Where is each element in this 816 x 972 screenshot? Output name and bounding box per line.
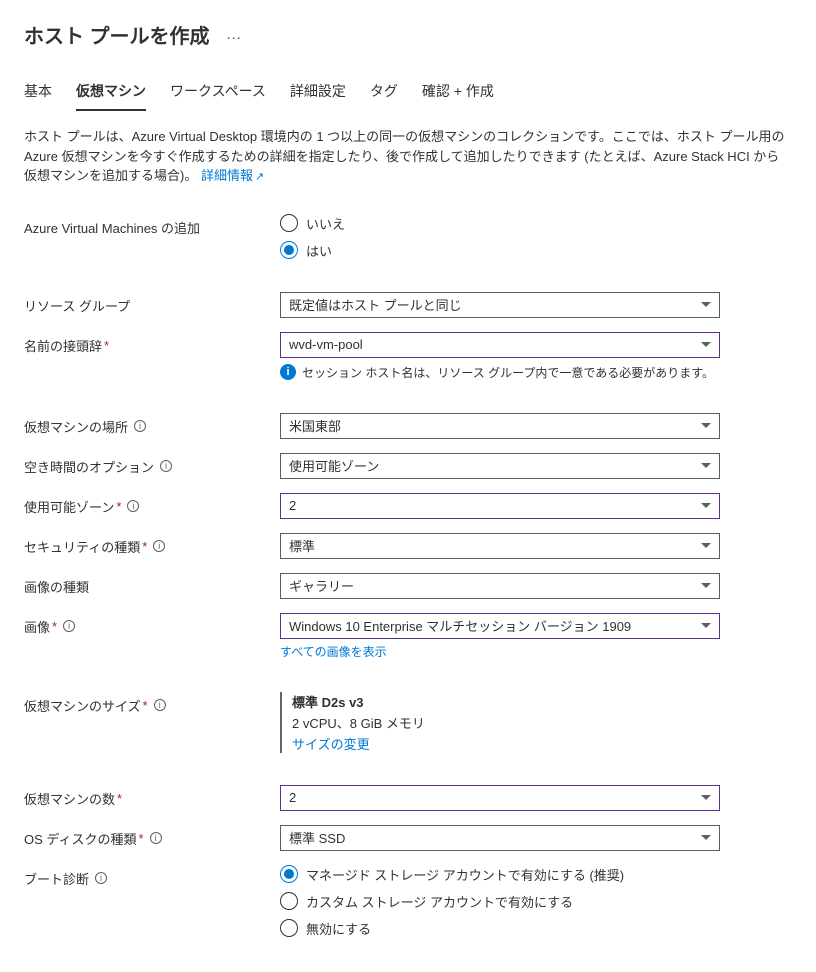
change-size-link[interactable]: サイズの変更 xyxy=(292,734,370,753)
info-icon[interactable]: i xyxy=(150,832,162,844)
page-title: ホスト プールを作成 xyxy=(24,20,210,49)
info-icon[interactable]: i xyxy=(160,460,172,472)
os-disk-select[interactable]: 標準 SSD xyxy=(280,825,720,851)
external-link-icon: ↗ xyxy=(255,171,264,183)
radio-label: マネージド ストレージ アカウントで有効にする (推奨) xyxy=(306,865,624,884)
vm-size-specs: 2 vCPU、8 GiB メモリ xyxy=(292,713,720,732)
info-icon[interactable]: i xyxy=(63,620,75,632)
required-indicator: * xyxy=(139,831,144,846)
radio-label: はい xyxy=(306,241,332,260)
chevron-down-icon xyxy=(701,543,711,548)
boot-diag-radio-disable[interactable]: 無効にする xyxy=(280,919,720,938)
radio-icon xyxy=(280,214,298,232)
name-prefix-label: 名前の接頭辞 xyxy=(24,336,102,355)
vm-location-select[interactable]: 米国東部 xyxy=(280,413,720,439)
radio-label: カスタム ストレージ アカウントで有効にする xyxy=(306,892,573,911)
tab-bar: 基本 仮想マシン ワークスペース 詳細設定 タグ 確認 + 作成 xyxy=(24,77,792,111)
radio-icon xyxy=(280,892,298,910)
chevron-down-icon xyxy=(701,623,711,628)
required-indicator: * xyxy=(52,619,57,634)
chevron-down-icon xyxy=(701,503,711,508)
vm-count-input[interactable]: 2 xyxy=(280,785,720,811)
description-text: ホスト プールは、Azure Virtual Desktop 環境内の 1 つ以… xyxy=(24,127,792,186)
boot-diag-radio-custom[interactable]: カスタム ストレージ アカウントで有効にする xyxy=(280,892,720,911)
name-prefix-input[interactable]: wvd-vm-pool xyxy=(280,332,720,358)
info-icon[interactable]: i xyxy=(153,540,165,552)
add-vm-label: Azure Virtual Machines の追加 xyxy=(24,218,200,237)
name-prefix-info: i セッション ホスト名は、リソース グループ内で一意である必要があります。 xyxy=(280,364,720,381)
chevron-down-icon xyxy=(701,423,711,428)
chevron-down-icon xyxy=(701,302,711,307)
resource-group-select[interactable]: 既定値はホスト プールと同じ xyxy=(280,292,720,318)
info-icon[interactable]: i xyxy=(154,699,166,711)
tab-tags[interactable]: タグ xyxy=(370,77,398,111)
security-type-label: セキュリティの種類 xyxy=(24,537,140,556)
chevron-down-icon xyxy=(701,342,711,347)
tab-workspace[interactable]: ワークスペース xyxy=(170,77,266,111)
tab-advanced[interactable]: 詳細設定 xyxy=(290,77,346,111)
required-indicator: * xyxy=(104,338,109,353)
avail-option-select[interactable]: 使用可能ゾーン xyxy=(280,453,720,479)
radio-label: 無効にする xyxy=(306,919,371,938)
required-indicator: * xyxy=(143,698,148,713)
chevron-down-icon xyxy=(701,795,711,800)
radio-icon xyxy=(280,919,298,937)
tab-vm[interactable]: 仮想マシン xyxy=(76,77,146,111)
info-icon: i xyxy=(280,364,296,380)
chevron-down-icon xyxy=(701,583,711,588)
info-icon[interactable]: i xyxy=(127,500,139,512)
vm-size-display: 標準 D2s v3 2 vCPU、8 GiB メモリ サイズの変更 xyxy=(280,692,720,753)
chevron-down-icon xyxy=(701,463,711,468)
learn-more-link[interactable]: 詳細情報↗ xyxy=(201,168,264,183)
avail-option-label: 空き時間のオプション xyxy=(24,457,154,476)
vm-size-name: 標準 D2s v3 xyxy=(292,692,720,711)
boot-diag-label: ブート診断 xyxy=(24,869,89,888)
image-type-label: 画像の種類 xyxy=(24,577,89,596)
chevron-down-icon xyxy=(701,835,711,840)
image-select[interactable]: Windows 10 Enterprise マルチセッション バージョン 190… xyxy=(280,613,720,639)
avail-zone-label: 使用可能ゾーン xyxy=(24,497,114,516)
info-icon[interactable]: i xyxy=(134,420,146,432)
vm-location-label: 仮想マシンの場所 xyxy=(24,417,128,436)
tab-review[interactable]: 確認 + 作成 xyxy=(422,77,494,111)
required-indicator: * xyxy=(142,539,147,554)
radio-icon xyxy=(280,241,298,259)
image-type-select[interactable]: ギャラリー xyxy=(280,573,720,599)
show-all-images-link[interactable]: すべての画像を表示 xyxy=(280,643,387,660)
avail-zone-select[interactable]: 2 xyxy=(280,493,720,519)
add-vm-radio-no[interactable]: いいえ xyxy=(280,214,720,233)
vm-count-label: 仮想マシンの数 xyxy=(24,789,115,808)
image-label: 画像 xyxy=(24,617,50,636)
tab-basic[interactable]: 基本 xyxy=(24,77,52,111)
radio-icon xyxy=(280,865,298,883)
required-indicator: * xyxy=(116,499,121,514)
resource-group-label: リソース グループ xyxy=(24,296,130,315)
radio-label: いいえ xyxy=(306,214,345,233)
vm-size-label: 仮想マシンのサイズ xyxy=(24,696,141,715)
os-disk-label: OS ディスクの種類 xyxy=(24,829,137,848)
info-icon[interactable]: i xyxy=(95,872,107,884)
required-indicator: * xyxy=(117,791,122,806)
more-actions-button[interactable]: … xyxy=(226,26,243,44)
add-vm-radio-yes[interactable]: はい xyxy=(280,241,720,260)
boot-diag-radio-managed[interactable]: マネージド ストレージ アカウントで有効にする (推奨) xyxy=(280,865,720,884)
security-type-select[interactable]: 標準 xyxy=(280,533,720,559)
